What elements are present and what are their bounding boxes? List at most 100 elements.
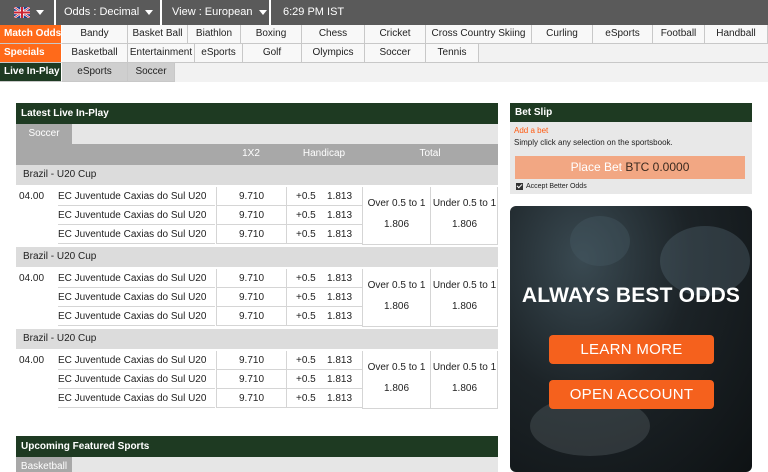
total-under-label: Under 0.5 to 1 [432,198,497,209]
row-filler [479,44,768,63]
team-name: EC Juventude Caxias do Sul U20 [58,389,215,408]
promo-title: ALWAYS BEST ODDS [521,284,741,307]
odds-1x2[interactable]: 9.710 [216,206,286,225]
odds-format-dropdown[interactable]: Odds : Decimal [64,0,154,25]
upcoming-panel-title: Upcoming Featured Sports [16,436,498,457]
category-handball[interactable]: Handball [705,25,768,44]
learn-more-button[interactable]: LEARN MORE [549,335,714,364]
special-entertainment[interactable]: Entertainment [128,44,195,63]
odds-handicap[interactable]: +0.5 1.813 [286,206,362,225]
upcoming-sport-tab-basketball[interactable]: Basketball [16,457,72,472]
total-under-label: Under 0.5 to 1 [432,280,497,291]
total-under[interactable]: Under 0.5 to 1 1.806 [430,269,498,327]
odds-handicap[interactable]: +0.5 1.813 [286,269,362,288]
handicap-line: +0.5 [296,292,316,303]
special-basketball[interactable]: Basketball [62,44,128,63]
special-tennis[interactable]: Tennis [426,44,479,63]
odds-1x2[interactable]: 9.710 [216,269,286,288]
odds-format-label: Odds : Decimal [64,6,140,18]
odds-handicap[interactable]: +0.5 1.813 [286,225,362,244]
category-cricket[interactable]: Cricket [365,25,426,44]
border [497,187,498,245]
total-under-odds: 1.806 [451,383,478,394]
handicap-line: +0.5 [296,374,316,385]
match-time: 04.00 [19,355,45,366]
divider [269,0,271,25]
caret-down-icon [145,9,154,15]
total-over[interactable]: Over 0.5 to 1 1.806 [362,351,430,409]
total-over[interactable]: Over 0.5 to 1 1.806 [362,269,430,327]
odds-1x2[interactable]: 9.710 [216,187,286,206]
odds-handicap[interactable]: +0.5 1.813 [286,370,362,389]
live-panel-title: Latest Live In-Play [16,103,498,124]
view-label: View : European [172,6,253,18]
odds-1x2[interactable]: 9.710 [216,288,286,307]
odds-handicap[interactable]: +0.5 1.813 [286,288,362,307]
category-football[interactable]: Football [653,25,705,44]
total-over-odds: 1.806 [383,301,410,312]
special-olympics[interactable]: Olympics [302,44,365,63]
league-header: Brazil - U20 Cup [16,247,498,267]
bet-amount: BTC 0.0000 [625,160,690,174]
category-esports[interactable]: eSports [593,25,653,44]
handicap-line: +0.5 [296,393,316,404]
live-esports[interactable]: eSports [62,63,128,82]
language-selector[interactable] [14,0,44,25]
handicap-odds: 1.813 [327,229,353,240]
total-under-label: Under 0.5 to 1 [432,362,497,373]
category-curling[interactable]: Curling [532,25,593,44]
total-under[interactable]: Under 0.5 to 1 1.806 [430,351,498,409]
odds-1x2[interactable]: 9.710 [216,370,286,389]
odds-1x2[interactable]: 9.710 [216,225,286,244]
place-bet-button[interactable]: Place Bet BTC 0.0000 [515,156,745,179]
odds-1x2[interactable]: 9.710 [216,351,286,370]
tab-live-in-play[interactable]: Live In-Play [0,63,62,82]
handicap-line: +0.5 [296,273,316,284]
odds-1x2[interactable]: 9.710 [216,307,286,326]
tab-specials[interactable]: Specials [0,44,62,63]
league-header: Brazil - U20 Cup [16,165,498,185]
special-golf[interactable]: Golf [243,44,302,63]
team-name: EC Juventude Caxias do Sul U20 [58,269,215,288]
col-header-event [16,144,216,165]
handicap-odds: 1.813 [327,210,353,221]
special-soccer[interactable]: Soccer [365,44,426,63]
handicap-line: +0.5 [296,210,316,221]
category-basket-ball[interactable]: Basket Ball [128,25,188,44]
league-header: Brazil - U20 Cup [16,329,498,349]
live-soccer[interactable]: Soccer [128,63,175,82]
promo-banner: ALWAYS BEST ODDS LEARN MORE OPEN ACCOUNT [510,206,752,472]
odds-handicap[interactable]: +0.5 1.813 [286,187,362,206]
special-esports[interactable]: eSports [195,44,243,63]
live-sport-tab-soccer[interactable]: Soccer [16,124,72,144]
total-under[interactable]: Under 0.5 to 1 1.806 [430,187,498,245]
handicap-odds: 1.813 [327,273,353,284]
accept-better-odds[interactable]: Accept Better Odds [516,183,587,191]
category-chess[interactable]: Chess [302,25,365,44]
open-account-button[interactable]: OPEN ACCOUNT [549,380,714,409]
category-bandy[interactable]: Bandy [62,25,128,44]
odds-handicap[interactable]: +0.5 1.813 [286,307,362,326]
team-name: EC Juventude Caxias do Sul U20 [58,225,215,244]
match-time: 04.00 [19,191,45,202]
tab-match-odds[interactable]: Match Odds [0,25,62,44]
total-over[interactable]: Over 0.5 to 1 1.806 [362,187,430,245]
col-header-handicap: Handicap [286,144,362,165]
category-biathlon[interactable]: Biathlon [188,25,241,44]
place-bet-label: Place Bet [570,160,622,174]
col-header-1x2: 1X2 [216,144,286,165]
caret-down-icon [258,9,267,15]
caret-down-icon [36,9,44,15]
category-cross-country-skiing[interactable]: Cross Country Skiing [426,25,532,44]
odds-1x2[interactable]: 9.710 [216,389,286,408]
total-over-label: Over 0.5 to 1 [367,362,426,373]
odds-handicap[interactable]: +0.5 1.813 [286,389,362,408]
checkbox-checked-icon[interactable] [516,183,523,190]
view-dropdown[interactable]: View : European [172,0,267,25]
handicap-line: +0.5 [296,229,316,240]
clock-time: 6:29 PM IST [283,6,345,18]
betslip-title: Bet Slip [510,103,752,122]
odds-handicap[interactable]: +0.5 1.813 [286,351,362,370]
handicap-odds: 1.813 [327,292,353,303]
category-boxing[interactable]: Boxing [241,25,302,44]
